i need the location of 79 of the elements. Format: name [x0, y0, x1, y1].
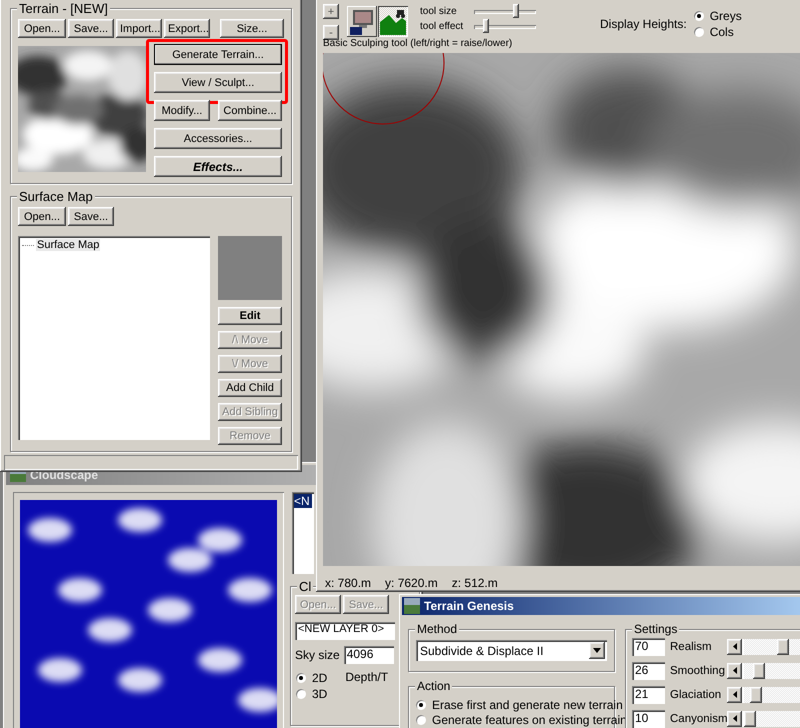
effects-button[interactable]: Effects... [154, 156, 282, 177]
radio-button[interactable] [295, 688, 307, 700]
coordinate-readout: z: 512.m [452, 576, 498, 590]
setting-label: Canyonism [670, 713, 726, 725]
terrain-icon [380, 8, 406, 35]
scroll-left-icon[interactable] [727, 687, 742, 703]
scroll-left-icon[interactable] [727, 663, 742, 679]
slider-thumb[interactable] [777, 639, 790, 655]
dialog-button[interactable]: Add Child [218, 379, 282, 397]
slider-thumb[interactable] [752, 663, 765, 679]
accessories-button[interactable]: Accessories... [154, 128, 282, 149]
file-button[interactable]: Open... [18, 19, 66, 38]
sky-size-field[interactable]: 4096 [344, 646, 394, 664]
radio-label: Cols [710, 24, 734, 38]
slider-label: tool size [420, 6, 458, 17]
setting-label: Glaciation [670, 689, 722, 701]
file-button[interactable]: Export... [164, 19, 210, 38]
setting-slider[interactable] [727, 639, 800, 655]
setting-value-field[interactable]: 70 [632, 638, 665, 656]
radio-label: Erase first and generate new terrain [432, 698, 623, 712]
slider-thumb[interactable] [483, 18, 490, 32]
file-button[interactable]: Open... [18, 207, 66, 226]
coordinate-readout: x: 780.m [325, 576, 372, 590]
tree-connector-icon [22, 244, 34, 246]
window-title: Cloudscape [30, 468, 98, 482]
dialog-button[interactable]: Generate Terrain... [154, 44, 282, 65]
group-title: Terrain - [NEW] [17, 1, 110, 16]
list-item[interactable]: <N [294, 494, 312, 508]
tool-button[interactable] [347, 6, 377, 37]
zoom-button[interactable]: + [323, 4, 339, 19]
size-button[interactable]: Size... [220, 19, 284, 38]
radio-label: 3D [312, 686, 328, 700]
radio-label: Greys [710, 8, 742, 22]
radio-button[interactable] [295, 672, 307, 684]
setting-label: Realism [670, 641, 713, 653]
slider-label: tool effect [420, 21, 464, 32]
method-dropdown[interactable]: Subdivide & Displace II [416, 640, 607, 661]
display-heights-label: Display Heights: [600, 16, 687, 30]
file-button[interactable]: Save... [68, 207, 114, 226]
setting-value-field[interactable]: 26 [632, 662, 665, 680]
group-title: Surface Map [17, 189, 95, 204]
group-title: Method [415, 622, 460, 636]
group-title: Settings [632, 622, 680, 636]
slider-thumb[interactable] [513, 4, 520, 18]
field-label: Depth/T [345, 670, 388, 684]
scroll-left-icon[interactable] [727, 711, 742, 727]
dialog-button[interactable]: View / Sculpt... [154, 72, 282, 93]
dialog-button[interactable]: Edit [218, 307, 282, 325]
group-title: Cl [297, 579, 314, 594]
scroll-left-icon[interactable] [727, 639, 742, 655]
tool-button[interactable] [378, 6, 408, 37]
dialog-button[interactable]: Modify... [154, 100, 210, 121]
setting-slider[interactable] [727, 711, 800, 727]
radio-button[interactable] [692, 10, 705, 22]
file-button[interactable]: Save... [68, 19, 114, 38]
radio-label: 2D [312, 670, 328, 684]
layer-name-field[interactable]: <NEW LAYER 0> [295, 622, 395, 640]
setting-slider[interactable] [727, 687, 800, 703]
coordinate-readout: y: 7620.m [385, 576, 438, 590]
app-icon [404, 598, 420, 614]
zoom-button[interactable]: - [323, 25, 339, 40]
setting-slider[interactable] [727, 663, 800, 679]
file-button[interactable]: Import... [116, 19, 162, 38]
setting-value-field[interactable]: 21 [632, 686, 665, 704]
color-swatch [218, 236, 282, 300]
radio-button[interactable] [692, 26, 705, 38]
slider-thumb[interactable] [744, 711, 756, 727]
window-title: Terrain Genesis [424, 599, 514, 613]
tree-item[interactable]: Surface Map [36, 239, 100, 251]
dialog-button[interactable]: Combine... [218, 100, 282, 121]
radio-button[interactable] [415, 698, 427, 710]
slider-thumb[interactable] [750, 687, 762, 703]
tool-hint: Basic Sculping tool (left/right = raise/lower) [323, 38, 514, 49]
setting-label: Smoothing [670, 665, 726, 677]
setting-value-field[interactable]: 10 [632, 710, 665, 728]
field-label: Sky size [295, 648, 340, 662]
radio-button[interactable] [415, 714, 427, 726]
group-title: Action [415, 679, 452, 693]
monitor-icon [349, 8, 375, 35]
